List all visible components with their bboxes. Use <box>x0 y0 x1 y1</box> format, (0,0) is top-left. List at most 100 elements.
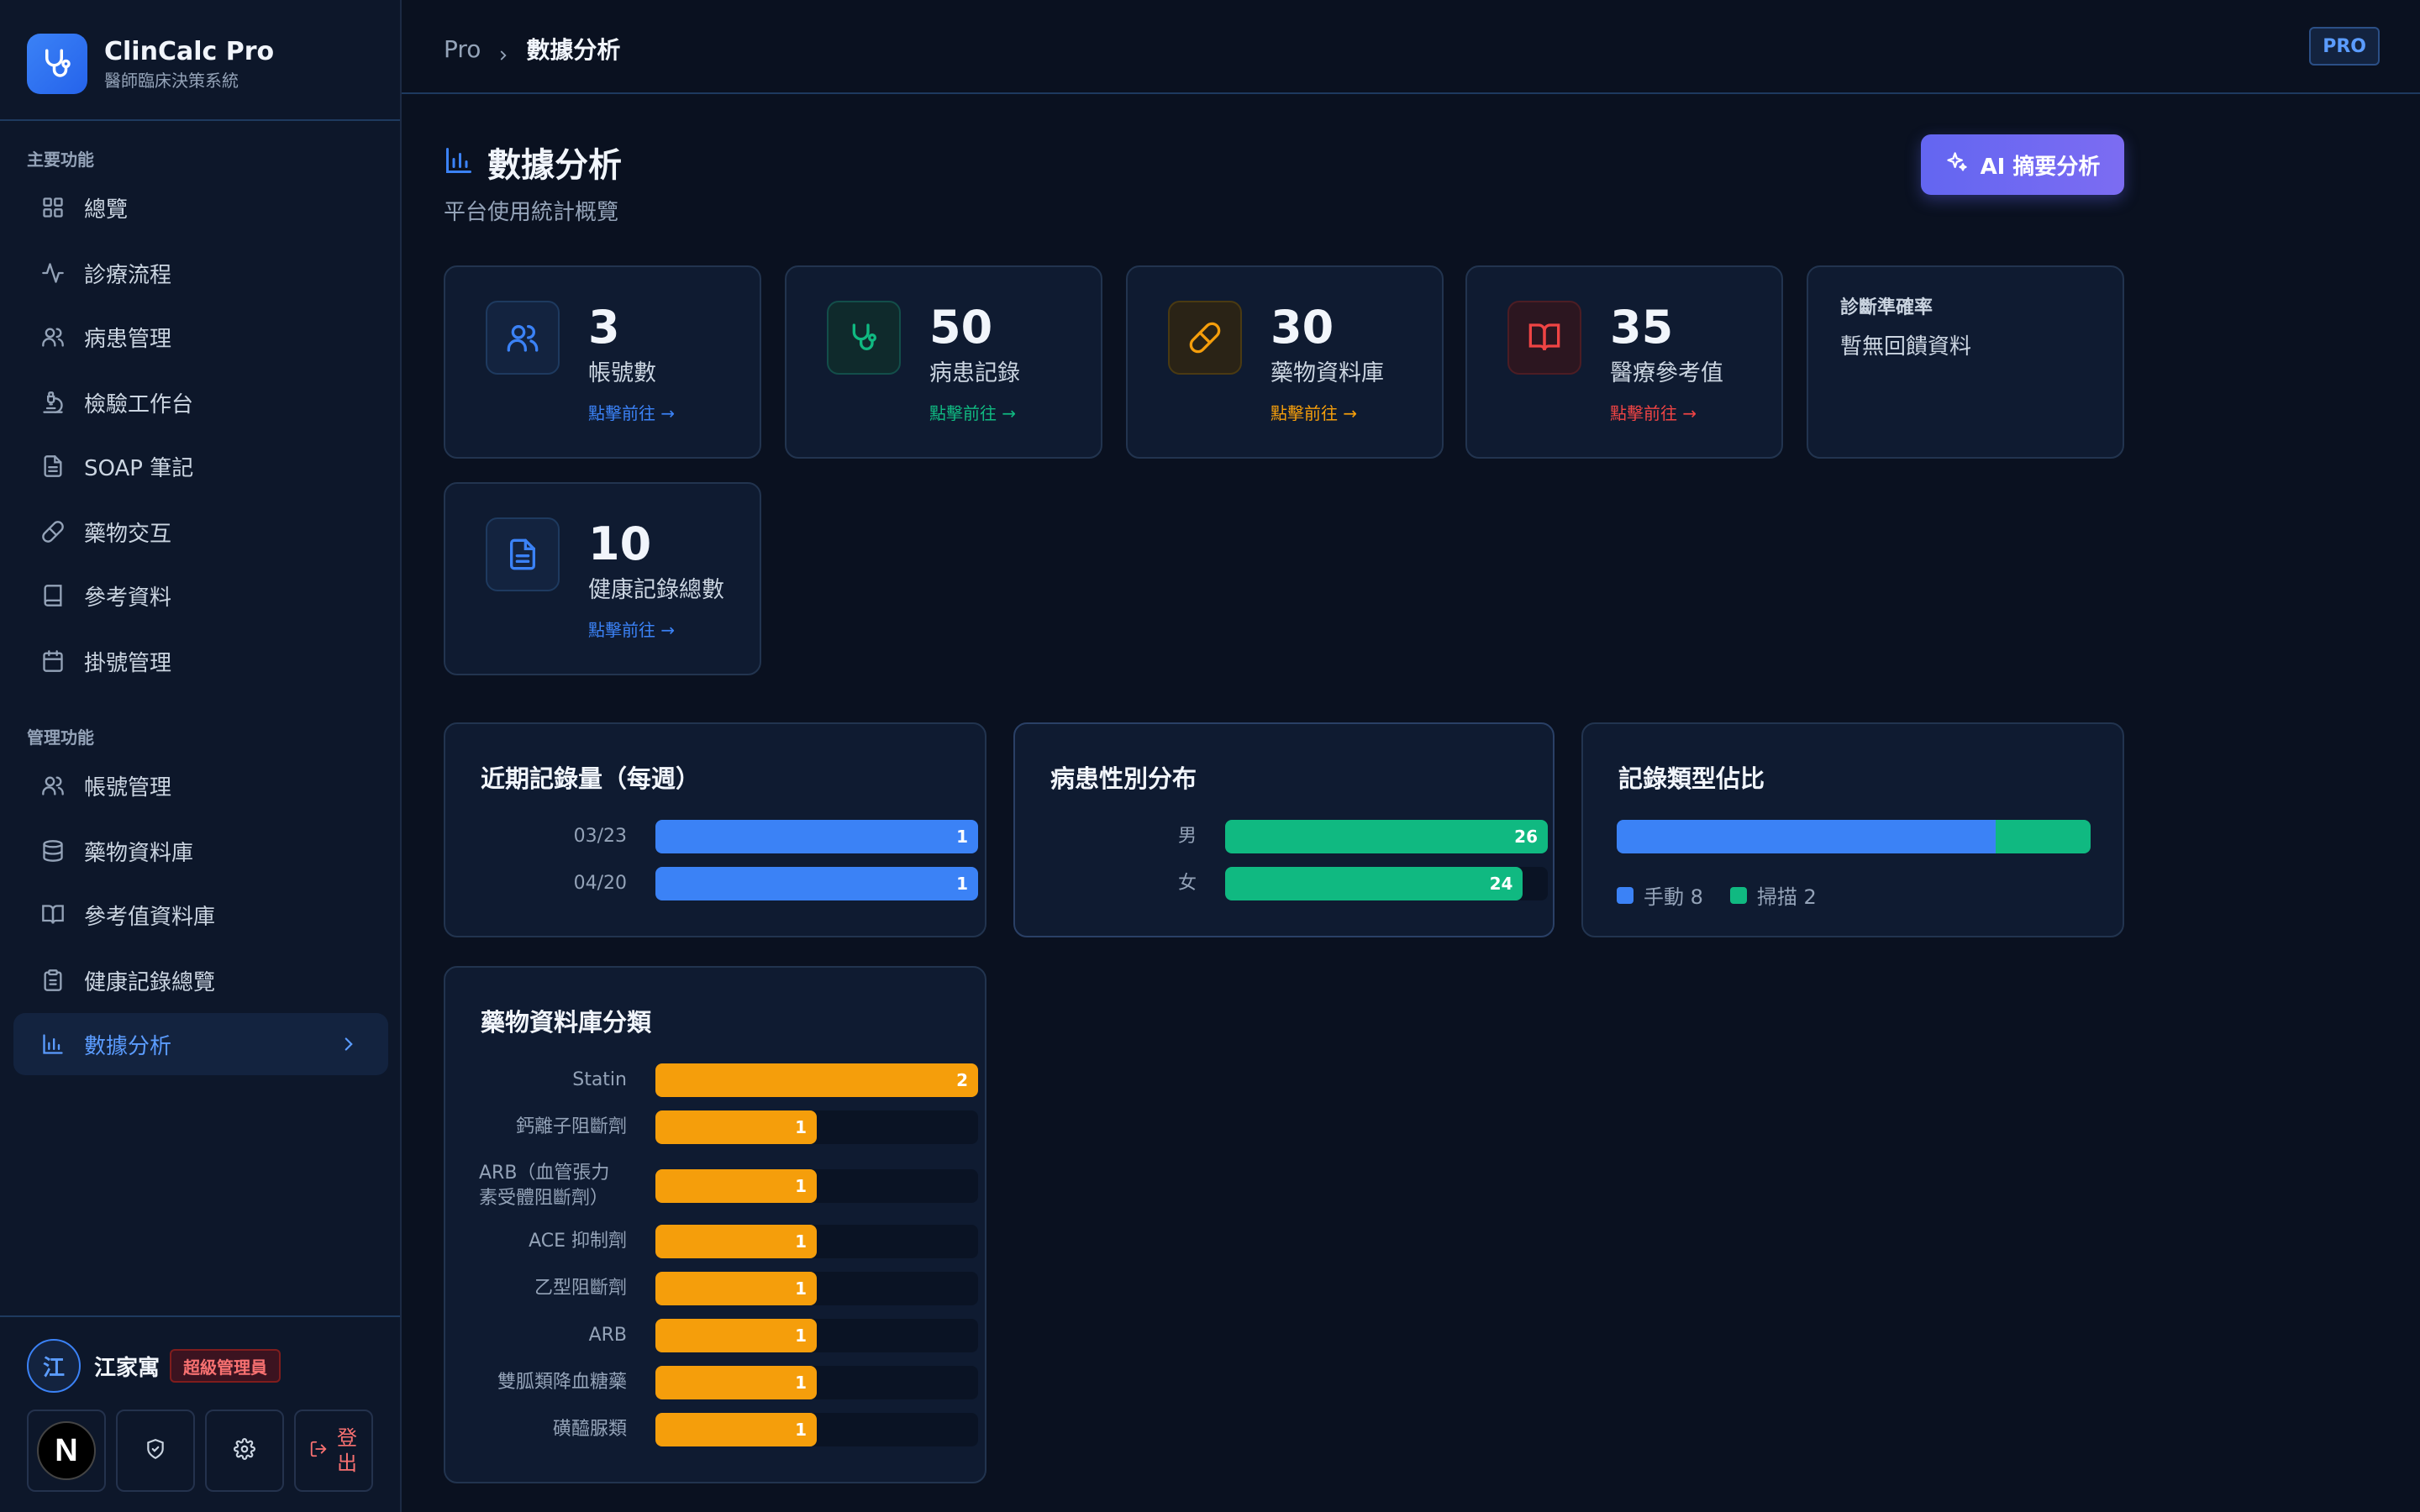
logout-label: 登出 <box>337 1426 357 1475</box>
bar-track: 1 <box>655 1319 978 1352</box>
stat-card-accuracy: 診斷準確率 暫無回饋資料 <box>1807 265 2124 459</box>
ai-summary-button[interactable]: AI 摘要分析 <box>1921 134 2124 195</box>
bar-label: ARB（血管張力素受體阻斷劑） <box>479 1163 610 1209</box>
bar-value-label: 24 <box>1489 874 1513 894</box>
nextjs-button[interactable]: N <box>27 1410 106 1492</box>
bar-row: 乙型阻斷劑 1 <box>479 1272 978 1305</box>
chevron-right-icon <box>496 41 511 60</box>
bar-value-label: 2 <box>956 1070 968 1090</box>
bar-track: 1 <box>655 1366 978 1399</box>
book-icon <box>40 583 66 608</box>
sidebar: ClinCalc Pro 醫師臨床決策系統 主要功能 總覽 診療流程 病患管理 … <box>0 0 402 1512</box>
bar-value-label: 1 <box>956 874 968 894</box>
bar-chart-icon <box>444 145 474 179</box>
sidebar-item-interactions[interactable]: 藥物交互 <box>13 501 388 563</box>
bar-track: 24 <box>1225 867 1548 900</box>
stat-value: 35 <box>1610 301 1674 354</box>
sidebar-item-health-records[interactable]: 健康記錄總覽 <box>13 949 388 1011</box>
bar-value-label: 1 <box>795 1117 807 1137</box>
sidebar-item-label: 病患管理 <box>84 326 172 352</box>
microscope-icon <box>40 390 66 415</box>
stethoscope-icon <box>827 301 901 375</box>
brand-subtitle: 醫師臨床決策系統 <box>104 71 239 91</box>
avatar[interactable]: 江 <box>27 1339 81 1393</box>
brand[interactable]: ClinCalc Pro 醫師臨床決策系統 <box>27 34 274 94</box>
sidebar-item-label: 數據分析 <box>84 1033 172 1059</box>
pro-badge: PRO <box>2309 27 2380 66</box>
user-name: 江家寓 <box>94 1356 160 1381</box>
breadcrumb-current: 數據分析 <box>526 36 621 64</box>
bar-row: 03/23 1 <box>479 820 978 853</box>
bar-track: 1 <box>655 1225 978 1258</box>
stat-card-patients[interactable]: 50 病患記錄 點擊前往 → <box>785 265 1102 459</box>
sidebar-item-drug-db[interactable]: 藥物資料庫 <box>13 820 388 882</box>
bar-label: 男 <box>1177 826 1197 847</box>
settings-button[interactable] <box>205 1410 284 1492</box>
bar-label: 雙胍類降血糖藥 <box>497 1372 627 1393</box>
stat-card-accounts[interactable]: 3 帳號數 點擊前往 → <box>444 265 761 459</box>
page-title: 數據分析 <box>444 138 622 186</box>
record-type-panel: 記錄類型佔比 手動 8 掃描 2 <box>1581 722 2124 937</box>
bar: 1 <box>655 1319 817 1352</box>
bar-track: 1 <box>655 1110 978 1144</box>
accuracy-value: 暫無回饋資料 <box>1840 334 1972 360</box>
ratio-segment <box>1996 820 2091 853</box>
sidebar-item-reference-db[interactable]: 參考值資料庫 <box>13 884 388 946</box>
bar-track: 1 <box>655 1169 978 1203</box>
bar-track: 2 <box>655 1063 978 1097</box>
user-panel: 江 江家寓 超級管理員 N 登出 <box>0 1315 400 1512</box>
stat-card-drugs[interactable]: 30 藥物資料庫 點擊前往 → <box>1126 265 1444 459</box>
sidebar-item-label: 帳號管理 <box>84 774 172 801</box>
record-type-ratio-bar <box>1617 820 2091 853</box>
stat-link[interactable]: 點擊前往 → <box>929 400 1016 424</box>
sidebar-item-label: 參考資料 <box>84 585 172 611</box>
sidebar-item-accounts[interactable]: 帳號管理 <box>13 754 388 816</box>
sidebar-item-references[interactable]: 參考資料 <box>13 564 388 627</box>
bar-value-label: 1 <box>956 827 968 847</box>
sidebar-item-patients[interactable]: 病患管理 <box>13 306 388 368</box>
bar-value-label: 1 <box>795 1373 807 1393</box>
breadcrumb: Pro 數據分析 <box>444 32 620 66</box>
bar-row: ACE 抑制劑 1 <box>479 1225 978 1258</box>
bar-chart-icon <box>40 1032 66 1057</box>
bar-label: 女 <box>1177 873 1197 894</box>
bar-row: 磺醯脲類 1 <box>479 1413 978 1446</box>
stat-link[interactable]: 點擊前往 → <box>588 400 675 424</box>
sidebar-item-label: 診療流程 <box>84 262 172 288</box>
bar: 1 <box>655 1169 817 1203</box>
sidebar-item-overview[interactable]: 總覽 <box>13 176 388 239</box>
legend-item: 掃描 2 <box>1729 880 1817 910</box>
bar-label: ARB <box>588 1325 627 1346</box>
bar-value-label: 1 <box>795 1278 807 1299</box>
sidebar-item-analytics[interactable]: 數據分析 <box>13 1013 388 1075</box>
security-button[interactable] <box>116 1410 195 1492</box>
sidebar-item-lab[interactable]: 檢驗工作台 <box>13 371 388 433</box>
file-text-icon <box>486 517 560 591</box>
stat-value: 50 <box>929 301 993 354</box>
stat-link[interactable]: 點擊前往 → <box>1610 400 1697 424</box>
calendar-icon <box>40 648 66 674</box>
divider <box>0 119 400 121</box>
bar-track: 1 <box>655 1272 978 1305</box>
bar-track: 1 <box>655 1413 978 1446</box>
stat-card-references[interactable]: 35 醫療參考值 點擊前往 → <box>1465 265 1783 459</box>
stat-link[interactable]: 點擊前往 → <box>588 617 675 641</box>
legend-label: 手動 8 <box>1644 885 1703 909</box>
chart-title: 近期記錄量（每週） <box>481 764 701 793</box>
stat-link[interactable]: 點擊前往 → <box>1270 400 1357 424</box>
chart-title: 記錄類型佔比 <box>1618 764 1765 793</box>
chart-legend: 手動 8 掃描 2 <box>1617 880 1844 910</box>
sidebar-item-appointments[interactable]: 掛號管理 <box>13 630 388 692</box>
breadcrumb-root[interactable]: Pro <box>444 35 481 63</box>
bar: 24 <box>1225 867 1523 900</box>
gender-panel: 病患性別分布 男 26 女 24 <box>1013 722 1555 937</box>
logout-button[interactable]: 登出 <box>294 1410 373 1492</box>
sidebar-item-soap[interactable]: SOAP 筆記 <box>13 435 388 497</box>
stethoscope-icon <box>27 34 87 94</box>
stat-label: 醫療參考值 <box>1610 360 1723 386</box>
sidebar-item-workflow[interactable]: 診療流程 <box>13 242 388 304</box>
sidebar-item-label: SOAP 筆記 <box>84 455 194 481</box>
nav-section-admin: 管理功能 <box>27 727 94 748</box>
bar-row: 04/20 1 <box>479 867 978 900</box>
stat-card-health-records[interactable]: 10 健康記錄總數 點擊前往 → <box>444 482 761 675</box>
